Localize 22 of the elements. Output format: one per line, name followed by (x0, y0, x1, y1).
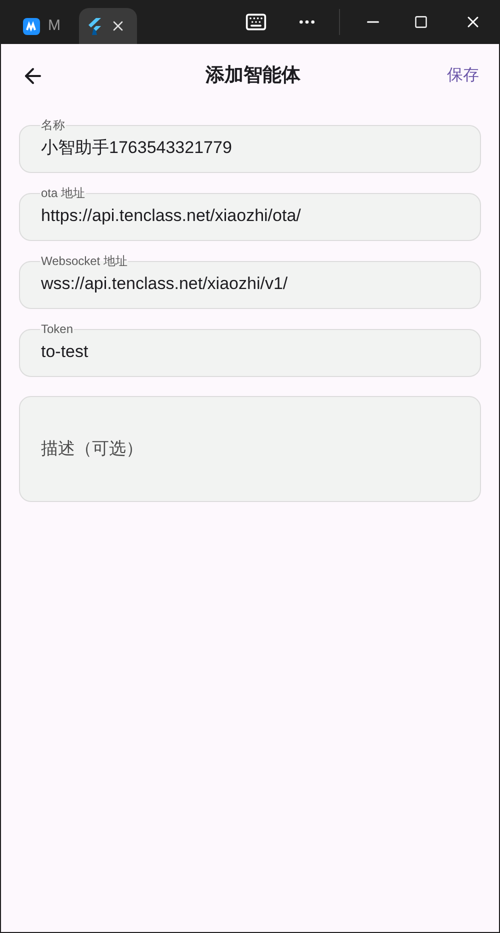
field-placeholder: 描述（可选） (41, 438, 143, 460)
app-logo-icon (23, 18, 40, 34)
field-label: 名称 (40, 117, 66, 134)
browser-tab[interactable]: M (15, 8, 73, 44)
field-value: to-test (41, 341, 90, 363)
text-field[interactable]: ota 地址 https://api.tenclass.net/xiaozhi/ota/ (19, 184, 481, 241)
field-value: wss://api.tenclass.net/xiaozhi/v1/ (41, 273, 289, 295)
flutter-logo-icon (87, 18, 102, 34)
maximize-icon[interactable] (414, 15, 428, 29)
keyboard-icon[interactable] (245, 11, 267, 33)
field-label: ota 地址 (40, 185, 86, 202)
description-field[interactable]: 描述（可选） (19, 396, 481, 502)
field-label: Token (40, 321, 74, 338)
page-title: 添加智能体 (206, 64, 300, 88)
browser-tab[interactable] (79, 8, 137, 44)
field-label: Websocket 地址 (40, 253, 128, 270)
field-value: 小智助手1763543321779 (41, 137, 233, 159)
text-field[interactable]: 名称 小智助手1763543321779 (19, 116, 481, 173)
save-button[interactable]: 保存 (447, 64, 479, 88)
field-value: https://api.tenclass.net/xiaozhi/ota/ (41, 205, 302, 227)
tab-title: M (48, 16, 60, 36)
text-field[interactable]: Websocket 地址 wss://api.tenclass.net/xiaozhi/v1/ (19, 252, 481, 309)
